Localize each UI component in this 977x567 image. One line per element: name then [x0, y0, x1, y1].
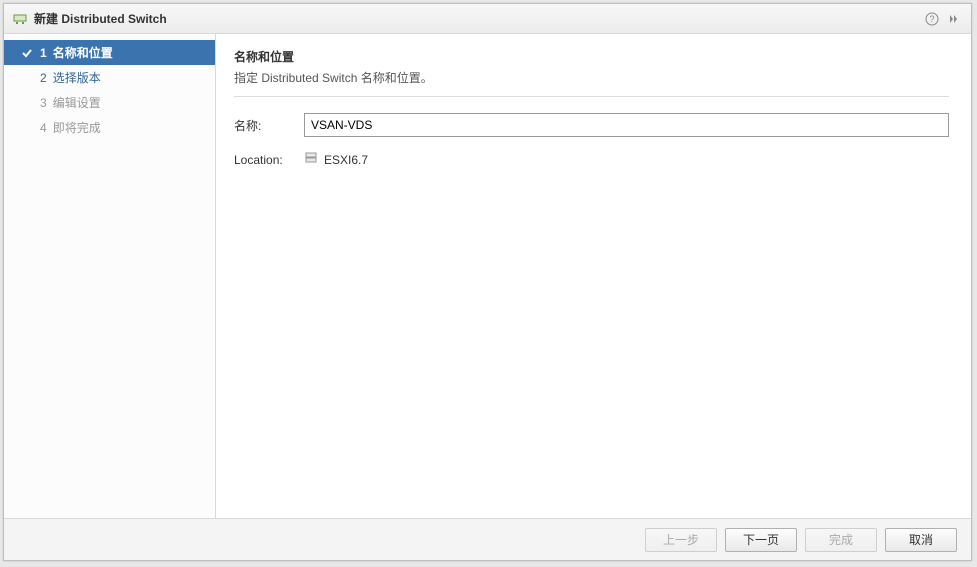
content-heading: 名称和位置	[234, 48, 949, 65]
dialog-titlebar: 新建 Distributed Switch ?	[4, 4, 971, 34]
dialog-body: 1 名称和位置 2 选择版本 3 编辑设置 4 即将完成 名称和位置 指定 Di…	[4, 34, 971, 518]
new-distributed-switch-dialog: 新建 Distributed Switch ? 1 名称和位置	[3, 3, 972, 561]
step-label: 即将完成	[53, 119, 101, 136]
cancel-button[interactable]: 取消	[885, 528, 957, 552]
wizard-step-edit-settings: 3 编辑设置	[4, 90, 215, 115]
dialog-footer: 上一步 下一页 完成 取消	[4, 518, 971, 560]
step-number: 3	[40, 96, 47, 110]
dialog-title: 新建 Distributed Switch	[34, 10, 919, 27]
svg-text:?: ?	[929, 14, 934, 24]
step-number: 1	[40, 46, 47, 60]
name-input[interactable]	[304, 113, 949, 137]
wizard-step-name-location[interactable]: 1 名称和位置	[4, 40, 215, 65]
divider	[234, 96, 949, 97]
step-number: 2	[40, 71, 47, 85]
location-row: Location: ESXI6.7	[234, 151, 949, 168]
name-row: 名称:	[234, 113, 949, 137]
wizard-step-ready-complete: 4 即将完成	[4, 115, 215, 140]
location-label: Location:	[234, 153, 304, 167]
check-icon	[22, 47, 34, 59]
finish-button: 完成	[805, 528, 877, 552]
wizard-steps-sidebar: 1 名称和位置 2 选择版本 3 编辑设置 4 即将完成	[4, 34, 216, 518]
help-icon[interactable]: ?	[923, 10, 941, 28]
back-button: 上一步	[645, 528, 717, 552]
dvs-icon	[12, 11, 28, 27]
datacenter-icon	[304, 151, 318, 168]
step-label: 选择版本	[53, 69, 101, 86]
expand-icon[interactable]	[945, 10, 963, 28]
wizard-step-select-version[interactable]: 2 选择版本	[4, 65, 215, 90]
location-value: ESXI6.7	[304, 151, 368, 168]
step-label: 编辑设置	[53, 94, 101, 111]
name-label: 名称:	[234, 117, 304, 134]
next-button[interactable]: 下一页	[725, 528, 797, 552]
wizard-content: 名称和位置 指定 Distributed Switch 名称和位置。 名称: L…	[216, 34, 971, 518]
step-number: 4	[40, 121, 47, 135]
location-text: ESXI6.7	[324, 153, 368, 167]
content-subheading: 指定 Distributed Switch 名称和位置。	[234, 69, 949, 86]
step-label: 名称和位置	[53, 44, 113, 61]
